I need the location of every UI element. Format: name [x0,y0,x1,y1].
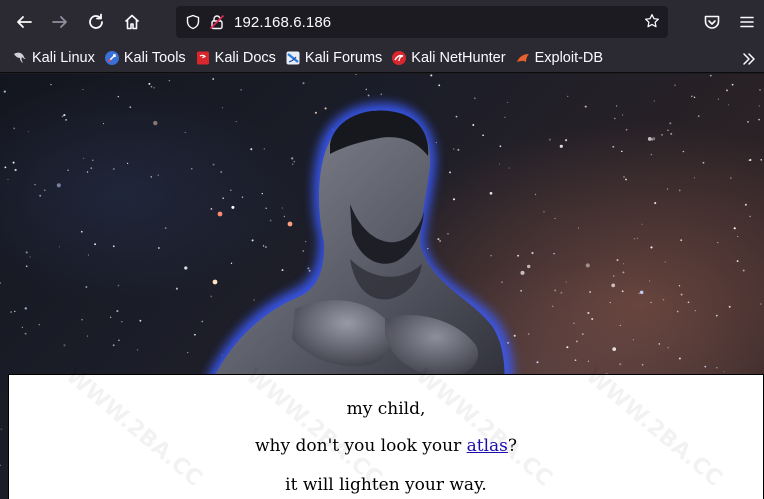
bookmark-kali-docs[interactable]: Kali Docs [191,46,280,70]
kali-tools-icon [104,50,120,66]
bookmark-label: Exploit-DB [534,50,604,66]
tracking-shield-icon[interactable] [185,14,201,30]
kali-dragon-icon [12,50,28,66]
bookmark-label: Kali NetHunter [411,50,506,66]
home-button[interactable] [114,4,150,40]
pocket-icon [704,15,720,29]
message-line-1: my child, [346,399,426,419]
watermark-text: WWW.2BA.CC [580,363,727,492]
bookmark-kali-tools[interactable]: Kali Tools [100,46,190,70]
reload-icon [89,13,103,29]
forward-button[interactable] [42,4,78,40]
kali-docs-icon [195,50,211,66]
bookmark-kali-forums[interactable]: Kali Forums [281,46,386,70]
arrow-left-icon [17,16,32,28]
home-icon [124,14,140,30]
url-text[interactable]: 192.168.6.186 [234,14,331,31]
reload-button[interactable] [78,4,114,40]
browser-toolbar: 192.168.6.186 [0,0,764,44]
bookmark-label: Kali Linux [32,50,95,66]
watermark-text: WWW.2BA.CC [240,363,387,492]
message-line-3: it will lighten your way. [285,475,487,495]
kali-nethunter-icon [391,50,407,66]
bookmark-exploit-db[interactable]: Exploit-DB [511,46,608,70]
message-line-2-suffix: ? [507,436,517,456]
muscular-man-image [200,103,514,394]
page-viewport: WWW.2BA.CC WWW.2BA.CC WWW.2BA.CC WWW.2BA… [0,74,764,499]
bookmark-label: Kali Tools [123,50,186,66]
url-bar[interactable]: 192.168.6.186 [176,6,668,38]
message-line-2: why don't you look your atlas? [9,436,763,456]
bookmark-star-icon[interactable] [644,13,660,29]
chevron-double-right-icon [743,53,755,65]
watermark-text: WWW.2BA.CC [60,363,207,492]
bookmark-label: Kali Docs [214,50,276,66]
bookmark-label: Kali Forums [304,50,383,66]
bookmarks-overflow-button[interactable] [738,48,760,70]
watermark-text: WWW.2BA.CC [410,363,557,492]
hamburger-menu-icon [740,16,754,28]
message-line-2-prefix: why don't you look your [255,436,467,456]
app-menu-button[interactable] [729,4,764,40]
atlas-link[interactable]: atlas [467,436,508,456]
kali-forums-icon [285,50,301,66]
arrow-right-icon [52,16,67,28]
bookmark-kali-linux[interactable]: Kali Linux [8,46,99,70]
bookmarks-toolbar: Kali Linux Kali Tools Kali Docs Kali For… [0,44,764,73]
bookmark-kali-nethunter[interactable]: Kali NetHunter [387,46,509,70]
back-button[interactable] [6,4,42,40]
insecure-lock-icon[interactable] [209,14,225,30]
exploit-db-icon [515,50,531,66]
message-box: WWW.2BA.CC WWW.2BA.CC WWW.2BA.CC WWW.2BA… [8,363,764,499]
pocket-button[interactable] [694,4,730,40]
